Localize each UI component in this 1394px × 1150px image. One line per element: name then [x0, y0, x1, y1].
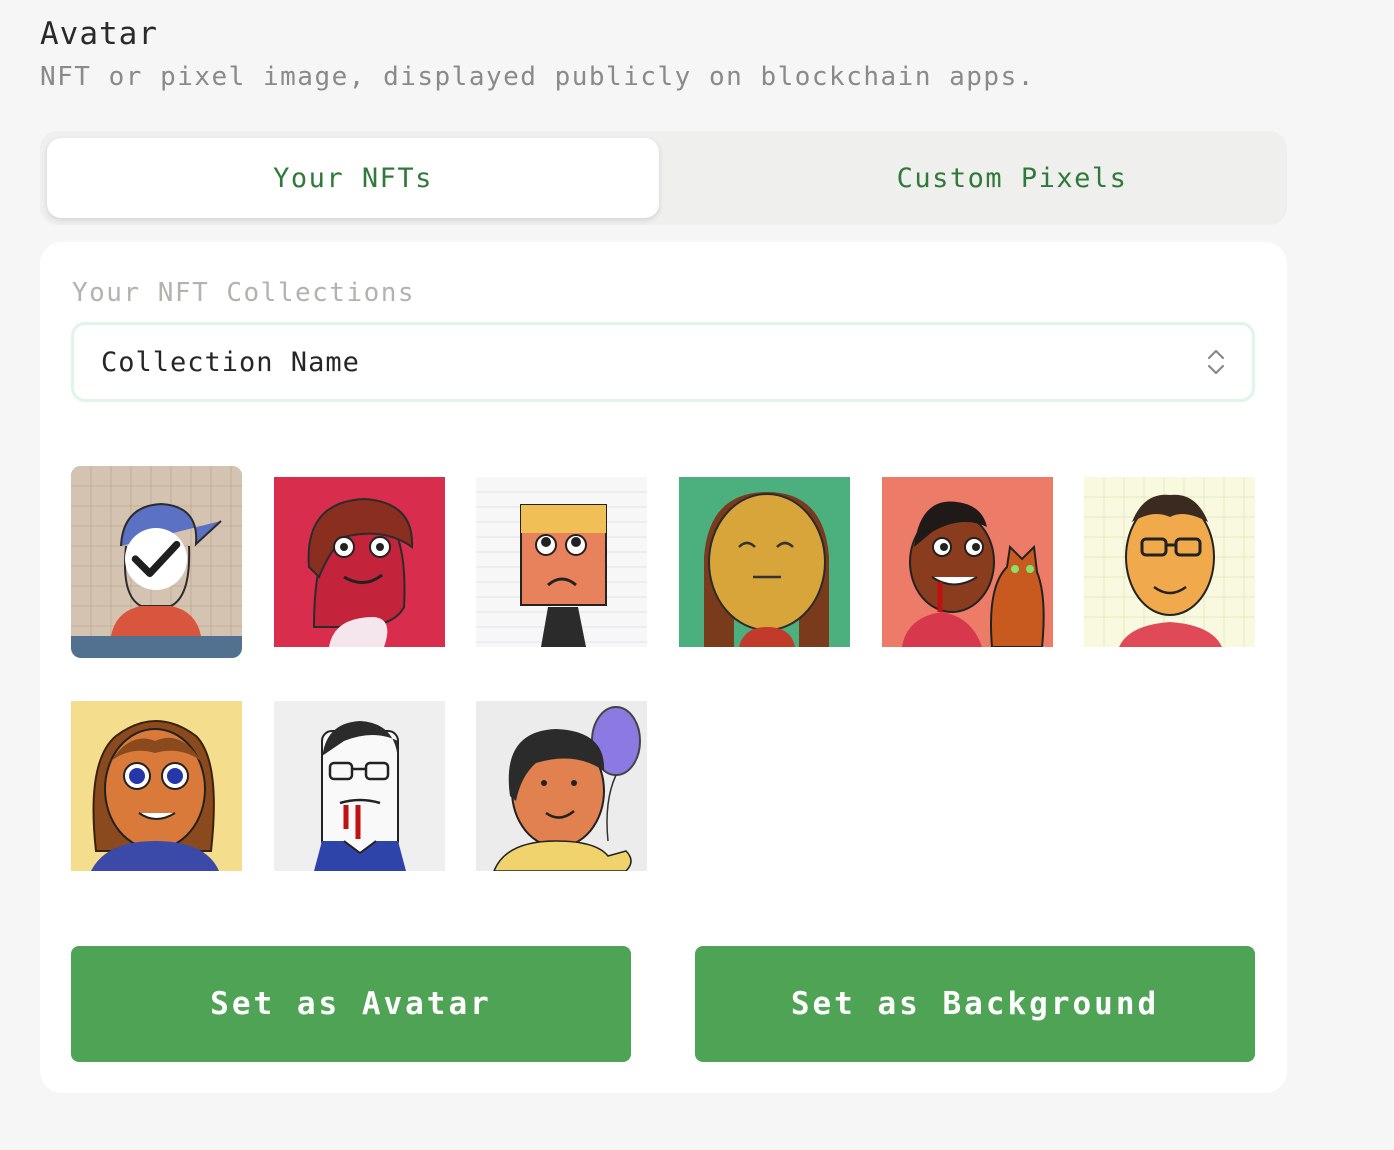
- avatar-glasses-icon: [1084, 477, 1255, 647]
- avatar-balloon-icon: [476, 701, 647, 871]
- avatar-vampire-cat-icon: [882, 477, 1053, 647]
- set-avatar-button[interactable]: Set as Avatar: [71, 946, 631, 1062]
- nft-item[interactable]: [274, 701, 445, 871]
- collection-select[interactable]: Collection Name: [71, 322, 1255, 402]
- collections-label: Your NFT Collections: [72, 278, 416, 308]
- nft-item[interactable]: [476, 477, 647, 647]
- tab-your-nfts[interactable]: Your NFTs: [47, 138, 659, 218]
- nft-item[interactable]: [1084, 477, 1255, 647]
- nft-item[interactable]: [882, 477, 1053, 647]
- nft-picker-card: Your NFT Collections Collection Name Set…: [40, 242, 1287, 1093]
- nft-item[interactable]: [476, 701, 647, 871]
- avatar-square-head-icon: [476, 477, 647, 647]
- avatar-source-tabs: Your NFTs Custom Pixels: [40, 131, 1287, 225]
- avatar-vampire-glasses-icon: [274, 701, 445, 871]
- page-subtitle: NFT or pixel image, displayed publicly o…: [40, 62, 1035, 92]
- tab-custom-pixels[interactable]: Custom Pixels: [706, 138, 1318, 218]
- nft-item[interactable]: [71, 701, 242, 871]
- set-background-button[interactable]: Set as Background: [695, 946, 1255, 1062]
- page-title: Avatar: [40, 16, 158, 52]
- collection-select-value: Collection Name: [101, 346, 360, 378]
- nft-item[interactable]: [679, 477, 850, 647]
- checkmark-icon: [125, 528, 187, 590]
- avatar-curly-hair-icon: [71, 701, 242, 871]
- avatar-red-smile-icon: [274, 477, 445, 647]
- nft-item[interactable]: [274, 477, 445, 647]
- chevron-up-down-icon: [1206, 347, 1226, 377]
- nft-item[interactable]: [71, 466, 242, 636]
- avatar-long-hair-icon: [679, 477, 850, 647]
